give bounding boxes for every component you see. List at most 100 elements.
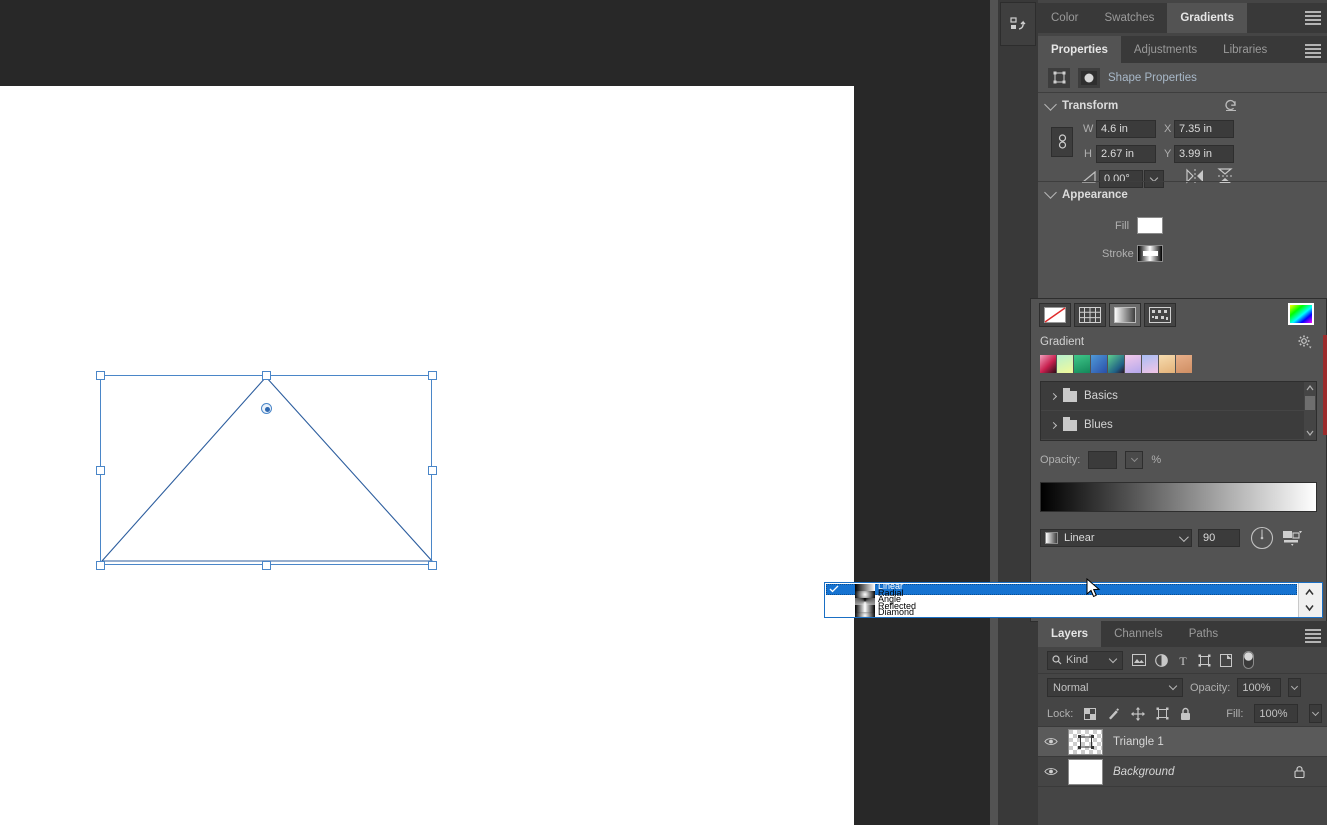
lock-all-icon[interactable]: [1180, 707, 1191, 721]
no-gradient-icon[interactable]: [1039, 303, 1071, 327]
lock-position-icon[interactable]: [1131, 706, 1146, 721]
handle-bottom-left[interactable]: [96, 561, 105, 570]
gradient-options-icon[interactable]: [1282, 529, 1302, 547]
fill-swatch[interactable]: [1137, 217, 1163, 234]
layer-fill-input[interactable]: 100%: [1254, 704, 1299, 723]
gradient-group-blues[interactable]: Blues: [1041, 411, 1316, 440]
hamburger-menu-icon[interactable]: [1305, 629, 1321, 643]
adjustment-filter-icon[interactable]: [1155, 653, 1168, 667]
handle-top-right[interactable]: [428, 371, 437, 380]
width-input[interactable]: 4.6 in: [1096, 120, 1156, 138]
layer-row-background[interactable]: Background: [1038, 757, 1327, 787]
layer-fill-stepper[interactable]: [1309, 704, 1323, 723]
layer-thumbnail[interactable]: [1068, 728, 1103, 755]
transform-reference-point[interactable]: [261, 403, 272, 414]
solid-grid-icon[interactable]: [1074, 303, 1106, 327]
filter-toggle-icon[interactable]: [1243, 651, 1254, 669]
hamburger-menu-icon[interactable]: [1305, 44, 1321, 58]
handle-middle-right[interactable]: [428, 466, 437, 475]
dropdown-options[interactable]: Linear Radial Angle Reflected Diamond: [878, 583, 916, 616]
handle-top-center[interactable]: [262, 371, 271, 380]
x-input[interactable]: 7.35 in: [1174, 120, 1234, 138]
pixel-filter-icon[interactable]: [1132, 654, 1146, 666]
lock-artboard-icon[interactable]: [1156, 707, 1169, 720]
lock-image-icon[interactable]: [1107, 707, 1120, 720]
gradient-opacity-input[interactable]: [1088, 451, 1118, 469]
dropdown-scrollbar[interactable]: [1298, 583, 1322, 617]
gradient-preset-6[interactable]: [1142, 355, 1158, 373]
gradient-angle-input[interactable]: 90: [1198, 529, 1240, 547]
chevron-right-icon: [1049, 392, 1058, 400]
layer-opacity-input[interactable]: 100%: [1237, 678, 1282, 697]
gear-icon[interactable]: [1297, 334, 1312, 349]
handle-bottom-center[interactable]: [262, 561, 271, 570]
reset-arrow-icon[interactable]: [1223, 98, 1239, 114]
tab-properties[interactable]: Properties: [1038, 36, 1121, 63]
link-wh-button[interactable]: [1051, 127, 1073, 157]
scrollbar-thumb[interactable]: [1305, 396, 1315, 410]
handle-middle-left[interactable]: [96, 466, 105, 475]
blend-mode-row: Normal Opacity: 100%: [1038, 674, 1327, 701]
blend-mode-select[interactable]: Normal: [1047, 678, 1183, 697]
stroke-swatch[interactable]: [1137, 245, 1163, 262]
gradient-preset-4[interactable]: [1108, 355, 1124, 373]
tab-swatches[interactable]: Swatches: [1091, 3, 1168, 33]
document-scrollbar-marker[interactable]: [1323, 335, 1327, 435]
transform-section-header[interactable]: Transform: [1038, 93, 1327, 119]
gradient-preset-2[interactable]: [1074, 355, 1090, 373]
lock-transparency-icon[interactable]: [1084, 707, 1097, 720]
gradient-type-select[interactable]: Linear: [1040, 529, 1192, 547]
gradient-mode-row: [1031, 299, 1326, 331]
eye-icon[interactable]: [1044, 736, 1058, 747]
tab-channels[interactable]: Channels: [1101, 621, 1176, 647]
tab-paths[interactable]: Paths: [1175, 621, 1232, 647]
shape-bounds-icon[interactable]: [1048, 67, 1070, 88]
handle-top-left[interactable]: [96, 371, 105, 380]
y-input[interactable]: 3.99 in: [1174, 145, 1234, 163]
gradient-type-dropdown-popup[interactable]: Linear Radial Angle Reflected Diamond: [824, 582, 1323, 618]
color-picker-icon[interactable]: [1288, 303, 1314, 325]
text-filter-icon[interactable]: T: [1177, 654, 1189, 667]
lock-icon[interactable]: [1294, 765, 1305, 778]
tab-layers-label: Layers: [1051, 628, 1089, 640]
shape-filter-icon[interactable]: [1198, 654, 1211, 667]
tab-color[interactable]: Color: [1038, 3, 1092, 33]
handle-bottom-right[interactable]: [428, 561, 437, 570]
layer-row-triangle-1[interactable]: Triangle 1: [1038, 727, 1327, 757]
gradient-preset-0[interactable]: [1040, 355, 1056, 373]
tab-layers[interactable]: Layers: [1038, 621, 1102, 647]
angle-dial-icon[interactable]: [1250, 526, 1274, 550]
layer-opacity-stepper[interactable]: [1288, 678, 1302, 697]
gradient-list-scrollbar[interactable]: [1304, 382, 1316, 440]
gradient-preset-3[interactable]: [1091, 355, 1107, 373]
hamburger-menu-icon[interactable]: [1305, 11, 1321, 25]
x-label: X: [1164, 123, 1172, 135]
chevron-up-icon[interactable]: [1305, 588, 1314, 597]
layer-thumbnail[interactable]: [1068, 758, 1103, 785]
gradient-preview-icon: [1045, 532, 1058, 544]
gradient-preset-7[interactable]: [1159, 355, 1175, 373]
dropdown-option-diamond[interactable]: Diamond: [878, 608, 916, 616]
gradient-opacity-dropdown[interactable]: [1125, 451, 1144, 469]
appearance-section-header[interactable]: Appearance: [1038, 181, 1327, 207]
tab-gradients[interactable]: Gradients: [1167, 3, 1248, 33]
gradient-group-list[interactable]: Basics Blues: [1040, 381, 1317, 441]
height-input[interactable]: 2.67 in: [1096, 145, 1156, 163]
history-actions-panel-button[interactable]: [1000, 2, 1036, 46]
gradient-preview-bar[interactable]: [1040, 482, 1317, 512]
chevron-down-icon[interactable]: [1306, 430, 1314, 436]
eye-icon[interactable]: [1044, 766, 1058, 777]
gradient-icon[interactable]: [1109, 303, 1141, 327]
chevron-down-icon[interactable]: [1305, 603, 1314, 612]
layer-filter-kind[interactable]: Kind: [1047, 650, 1123, 670]
smart-object-filter-icon[interactable]: [1220, 653, 1232, 667]
gradient-preset-1[interactable]: [1057, 355, 1073, 373]
gradient-group-basics[interactable]: Basics: [1041, 382, 1316, 411]
tab-libraries[interactable]: Libraries: [1210, 36, 1281, 63]
gradient-preset-5[interactable]: [1125, 355, 1141, 373]
gradient-preset-8[interactable]: [1176, 355, 1192, 373]
mask-thumbnail-icon[interactable]: [1078, 67, 1100, 88]
tab-adjustments[interactable]: Adjustments: [1120, 36, 1211, 63]
chevron-up-icon[interactable]: [1306, 385, 1314, 391]
pattern-icon[interactable]: [1144, 303, 1176, 327]
